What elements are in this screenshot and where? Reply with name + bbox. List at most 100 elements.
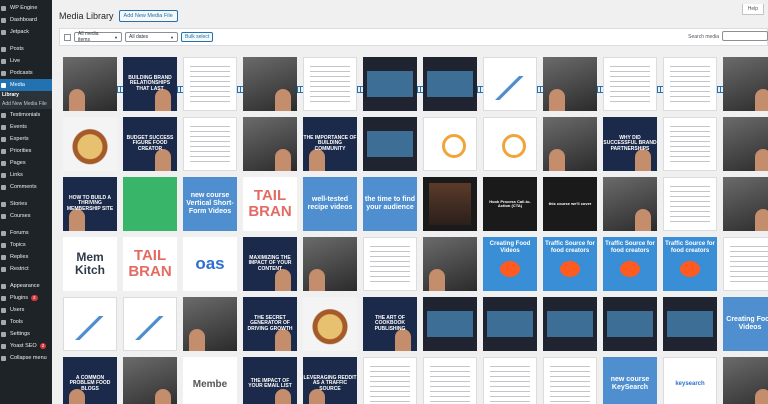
media-thumbnail[interactable]: THE SECRET GENERATOR OF DRIVING GROWTH: [243, 297, 297, 351]
sidebar-item-comments[interactable]: Comments: [0, 181, 52, 193]
media-thumbnail[interactable]: Traffic Source for food creators: [543, 237, 597, 291]
media-thumbnail[interactable]: [303, 57, 357, 111]
media-thumbnail[interactable]: [423, 57, 477, 111]
media-thumbnail[interactable]: Traffic Source for food creators: [663, 237, 717, 291]
sidebar-item-live[interactable]: Live: [0, 55, 52, 67]
sidebar-item-testimonials[interactable]: Testimonials: [0, 109, 52, 121]
media-thumbnail[interactable]: [723, 57, 768, 111]
media-thumbnail[interactable]: [63, 297, 117, 351]
media-thumbnail[interactable]: Hook Process Call-to-Action (CTA): [483, 177, 537, 231]
media-thumbnail[interactable]: [183, 117, 237, 171]
media-thumbnail[interactable]: [603, 177, 657, 231]
sidebar-item-dashboard[interactable]: Dashboard: [0, 14, 52, 26]
add-new-media-button[interactable]: Add New Media File: [118, 10, 178, 22]
media-thumbnail[interactable]: new course Vertical Short-Form Videos: [183, 177, 237, 231]
media-thumbnail[interactable]: [423, 177, 477, 231]
media-thumbnail[interactable]: [423, 237, 477, 291]
media-thumbnail[interactable]: [603, 297, 657, 351]
media-thumbnail[interactable]: new course KeySearch: [603, 357, 657, 404]
media-thumbnail[interactable]: [303, 237, 357, 291]
sidebar-item-posts[interactable]: Posts: [0, 43, 52, 55]
media-thumbnail[interactable]: [123, 297, 177, 351]
media-thumbnail[interactable]: Membe: [183, 357, 237, 404]
media-thumbnail[interactable]: THE IMPACT OF YOUR EMAIL LIST: [243, 357, 297, 404]
media-type-filter[interactable]: All media items ▼: [74, 31, 122, 43]
sidebar-item-experts[interactable]: Experts: [0, 133, 52, 145]
sidebar-item-media[interactable]: Media: [0, 79, 52, 91]
media-thumbnail[interactable]: [363, 357, 417, 404]
submenu-add-new-media-file[interactable]: Add New Media File: [0, 100, 52, 109]
media-thumbnail[interactable]: [723, 177, 768, 231]
media-thumbnail[interactable]: HOW TO BUILD A THRIVING MEMBERSHIP SITE: [63, 177, 117, 231]
media-thumbnail[interactable]: [543, 57, 597, 111]
media-thumbnail[interactable]: [423, 117, 477, 171]
media-thumbnail[interactable]: [243, 57, 297, 111]
media-thumbnail[interactable]: Traffic Source for food creators: [603, 237, 657, 291]
media-thumbnail[interactable]: the time to find your audience: [363, 177, 417, 231]
media-thumbnail[interactable]: THE ART OF COOKBOOK PUBLISHING: [363, 297, 417, 351]
sidebar-item-courses[interactable]: Courses: [0, 210, 52, 222]
list-view-icon[interactable]: [64, 33, 71, 41]
media-thumbnail[interactable]: [123, 177, 177, 231]
media-thumbnail[interactable]: [723, 357, 768, 404]
media-thumbnail[interactable]: [663, 177, 717, 231]
media-thumbnail[interactable]: [363, 117, 417, 171]
sidebar-item-users[interactable]: Users: [0, 304, 52, 316]
media-thumbnail[interactable]: LEVERAGING REDDIT AS A TRAFFIC SOURCE: [303, 357, 357, 404]
sidebar-item-topics[interactable]: Topics: [0, 239, 52, 251]
media-thumbnail[interactable]: [543, 357, 597, 404]
sidebar-item-priorities[interactable]: Priorities: [0, 145, 52, 157]
sidebar-item-forums[interactable]: Forums: [0, 227, 52, 239]
media-thumbnail[interactable]: [483, 297, 537, 351]
media-thumbnail[interactable]: [543, 117, 597, 171]
media-thumbnail[interactable]: BUDGET SUCCESS FIGURE FOOD CREATOR: [123, 117, 177, 171]
media-thumbnail[interactable]: [183, 57, 237, 111]
media-thumbnail[interactable]: [423, 297, 477, 351]
sidebar-item-events[interactable]: Events: [0, 121, 52, 133]
media-thumbnail[interactable]: [363, 57, 417, 111]
sidebar-item-pages[interactable]: Pages: [0, 157, 52, 169]
media-thumbnail[interactable]: [483, 357, 537, 404]
sidebar-item-settings[interactable]: Settings: [0, 328, 52, 340]
media-thumbnail[interactable]: keysearch: [663, 357, 717, 404]
media-thumbnail[interactable]: [63, 57, 117, 111]
search-input[interactable]: [722, 31, 768, 41]
media-thumbnail[interactable]: [723, 117, 768, 171]
media-thumbnail[interactable]: oas: [183, 237, 237, 291]
media-thumbnail[interactable]: TAIL BRAN: [123, 237, 177, 291]
media-thumbnail[interactable]: this course we'll cover: [543, 177, 597, 231]
help-tab[interactable]: Help: [741, 4, 764, 15]
sidebar-item-stories[interactable]: Stories: [0, 198, 52, 210]
media-thumbnail[interactable]: [483, 117, 537, 171]
media-thumbnail[interactable]: [603, 57, 657, 111]
media-thumbnail[interactable]: [423, 357, 477, 404]
media-thumbnail[interactable]: WHY DID SUCCESSFUL BRAND PARTNERSHIPS: [603, 117, 657, 171]
sidebar-item-collapse-menu[interactable]: Collapse menu: [0, 352, 52, 364]
submenu-library[interactable]: Library: [0, 91, 52, 100]
media-thumbnail[interactable]: [663, 57, 717, 111]
sidebar-item-yoast-seo[interactable]: Yoast SEO 2: [0, 340, 52, 352]
media-thumbnail[interactable]: BUILDING BRAND RELATIONSHIPS THAT LAST: [123, 57, 177, 111]
media-thumbnail[interactable]: [543, 297, 597, 351]
media-thumbnail[interactable]: [123, 357, 177, 404]
sidebar-item-links[interactable]: Links: [0, 169, 52, 181]
media-thumbnail[interactable]: TAIL BRAN: [243, 177, 297, 231]
media-thumbnail[interactable]: [63, 117, 117, 171]
bulk-select-button[interactable]: Bulk select: [181, 32, 214, 42]
media-thumbnail[interactable]: [243, 117, 297, 171]
sidebar-item-jetpack[interactable]: Jetpack: [0, 26, 52, 38]
date-filter[interactable]: All dates ▼: [125, 32, 178, 42]
sidebar-item-replies[interactable]: Replies: [0, 251, 52, 263]
sidebar-item-plugins[interactable]: Plugins 2: [0, 292, 52, 304]
media-thumbnail[interactable]: [303, 297, 357, 351]
sidebar-item-podcasts[interactable]: Podcasts: [0, 67, 52, 79]
sidebar-item-appearance[interactable]: Appearance: [0, 280, 52, 292]
media-thumbnail[interactable]: Mem Kitch: [63, 237, 117, 291]
media-thumbnail[interactable]: Creating Food Videos: [723, 297, 768, 351]
media-thumbnail[interactable]: [183, 297, 237, 351]
media-thumbnail[interactable]: Creating Food Videos: [483, 237, 537, 291]
media-thumbnail[interactable]: MAXIMIZING THE IMPACT OF YOUR CONTENT: [243, 237, 297, 291]
media-thumbnail[interactable]: [723, 237, 768, 291]
sidebar-item-wp-engine[interactable]: WP Engine: [0, 2, 52, 14]
media-thumbnail[interactable]: [663, 117, 717, 171]
